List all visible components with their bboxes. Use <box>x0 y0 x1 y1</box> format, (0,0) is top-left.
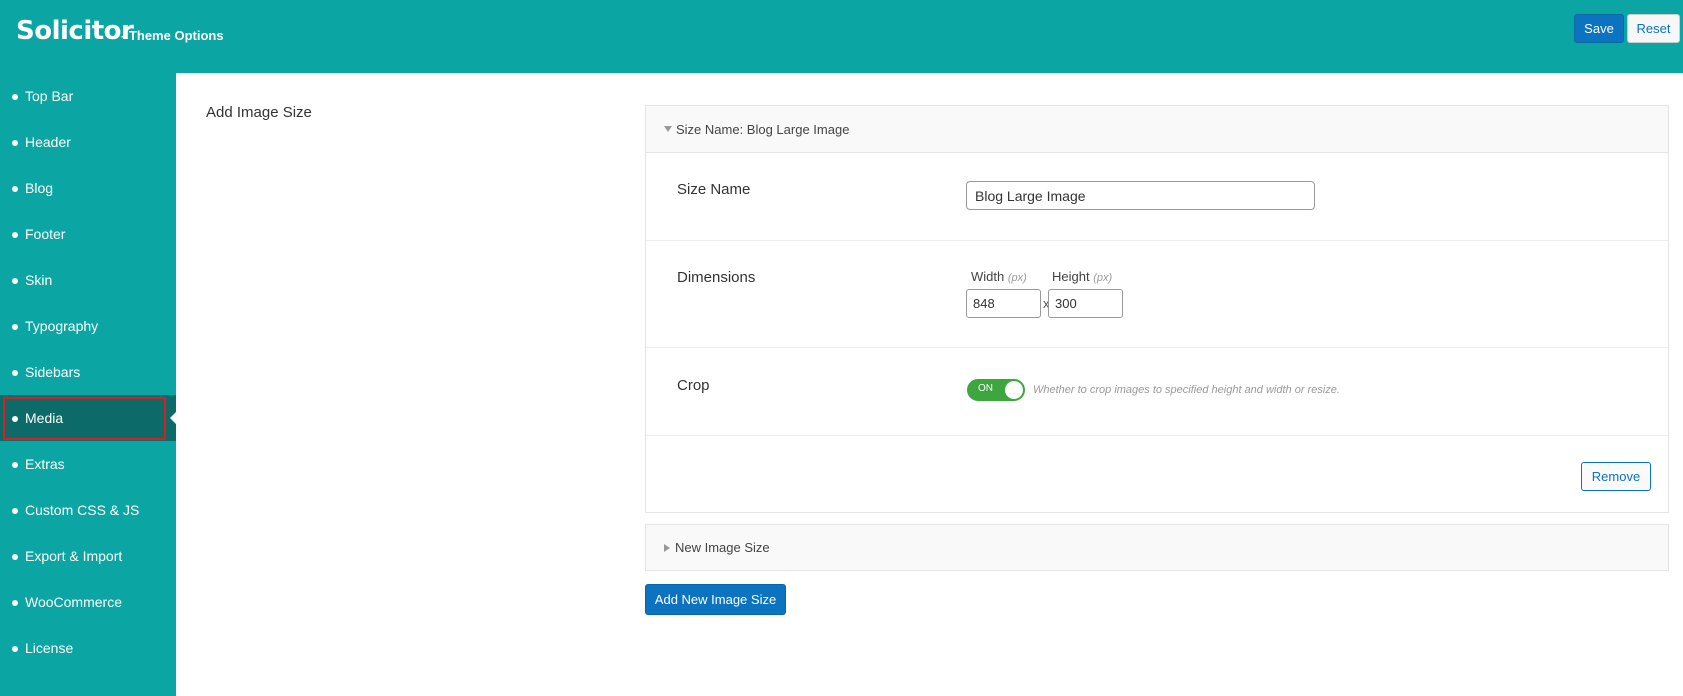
bullet-icon <box>12 508 18 514</box>
toggle-knob <box>1005 381 1023 399</box>
bullet-icon <box>12 278 18 284</box>
sidebar-item-skin[interactable]: Skin <box>0 257 176 303</box>
height-input[interactable] <box>1048 289 1123 318</box>
section-title: Add Image Size <box>206 104 312 121</box>
crop-hint: Whether to crop images to specified heig… <box>1033 384 1340 396</box>
sidebar-item-license[interactable]: License <box>0 625 176 671</box>
expand-arrow-icon <box>664 543 670 552</box>
sidebar-item-extras[interactable]: Extras <box>0 441 176 487</box>
sidebar-item-media[interactable]: Media <box>0 395 176 441</box>
sidebar-item-label: Footer <box>25 226 66 242</box>
sidebar-item-label: Header <box>25 134 71 150</box>
sidebar-item-typography[interactable]: Typography <box>0 303 176 349</box>
sidebar-item-blog[interactable]: Blog <box>0 165 176 211</box>
bullet-icon <box>12 416 18 422</box>
bullet-icon <box>12 94 18 100</box>
group-heading: Size Name: Blog Large Image <box>676 121 850 137</box>
bullet-icon <box>12 232 18 238</box>
page-subtitle: - Theme Options <box>121 28 224 43</box>
new-image-size-group[interactable]: New Image Size <box>645 524 1669 571</box>
sidebar-item-label: Typography <box>25 318 99 334</box>
reset-button[interactable]: Reset <box>1627 14 1680 43</box>
bullet-icon <box>12 462 18 468</box>
sidebar-item-label: Export & Import <box>25 548 123 564</box>
height-label: Height (px) <box>1052 269 1113 284</box>
bullet-icon <box>12 140 18 146</box>
bullet-icon <box>12 186 18 192</box>
sidebar-item-label: Custom CSS & JS <box>25 502 140 518</box>
remove-button[interactable]: Remove <box>1581 462 1651 491</box>
sidebar-item-footer[interactable]: Footer <box>0 211 176 257</box>
image-size-group: Size Name: Blog Large Image Size Name Di… <box>645 105 1669 513</box>
top-bar: Solicitor - Theme Options Save Reset <box>0 0 1683 73</box>
width-label: Width (px) <box>971 269 1027 284</box>
bullet-icon <box>12 646 18 652</box>
crop-row: Crop ON Whether to crop images to specif… <box>646 348 1668 436</box>
crop-toggle[interactable]: ON <box>967 379 1025 401</box>
sidebar-item-label: WooCommerce <box>25 594 122 610</box>
collapsed-group-heading: New Image Size <box>675 540 770 555</box>
brand-title: Solicitor <box>16 16 134 46</box>
width-input[interactable] <box>966 289 1041 318</box>
bullet-icon <box>12 370 18 376</box>
size-name-input[interactable] <box>966 181 1315 210</box>
sidebar-item-woocommerce[interactable]: WooCommerce <box>0 579 176 625</box>
size-name-row: Size Name <box>646 153 1668 241</box>
add-new-image-size-button[interactable]: Add New Image Size <box>645 584 786 615</box>
sidebar-item-top-bar[interactable]: Top Bar <box>0 73 176 119</box>
toggle-state-text: ON <box>978 383 993 394</box>
active-indicator-icon <box>170 412 176 424</box>
dimensions-row: Dimensions Width (px) Height (px) x <box>646 241 1668 348</box>
size-name-label: Size Name <box>677 181 751 198</box>
sidebar-item-label: Media <box>25 410 64 426</box>
sidebar-item-export-import[interactable]: Export & Import <box>0 533 176 579</box>
sidebar-item-header[interactable]: Header <box>0 119 176 165</box>
sidebar-item-label: Sidebars <box>25 364 81 380</box>
sidebar-item-label: Blog <box>25 180 54 196</box>
dimensions-label: Dimensions <box>677 269 756 286</box>
sidebar-item-custom-css-js[interactable]: Custom CSS & JS <box>0 487 176 533</box>
bullet-icon <box>12 324 18 330</box>
group-header-toggle[interactable]: Size Name: Blog Large Image <box>646 106 1668 153</box>
sidebar-item-label: Top Bar <box>25 88 74 104</box>
sidebar-item-label: License <box>25 640 74 656</box>
bullet-icon <box>12 600 18 606</box>
sidebar: Top Bar Header Blog Footer Skin Typograp… <box>0 73 176 696</box>
sidebar-item-label: Extras <box>25 456 65 472</box>
bullet-icon <box>12 554 18 560</box>
collapse-arrow-icon <box>664 126 672 132</box>
sidebar-item-label: Skin <box>25 272 53 288</box>
crop-label: Crop <box>677 377 710 394</box>
save-button[interactable]: Save <box>1574 14 1624 43</box>
sidebar-item-sidebars[interactable]: Sidebars <box>0 349 176 395</box>
